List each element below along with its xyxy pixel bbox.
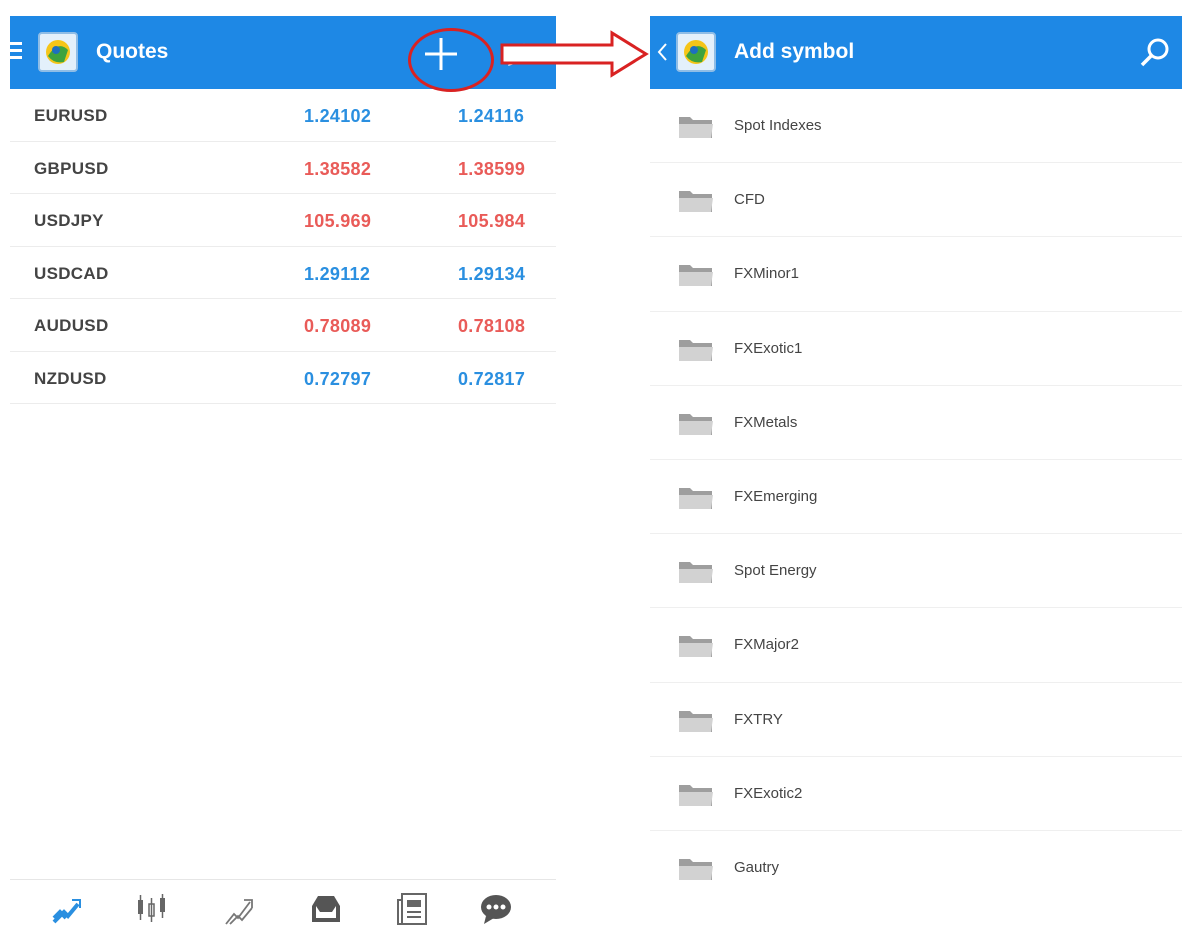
quote-ask: 0.72817 (458, 368, 526, 389)
folder-item[interactable]: FXMinor1 (650, 237, 1182, 312)
app-logo (38, 32, 78, 72)
folder-icon (679, 710, 713, 732)
annotation-circle (408, 28, 494, 92)
quote-row[interactable]: USDCAD 1.29112 1.29134 (10, 247, 556, 299)
nav-chart[interactable] (134, 892, 170, 926)
folder-label: Spot Energy (734, 562, 817, 580)
quote-symbol: EURUSD (34, 106, 108, 125)
app-logo (676, 32, 716, 72)
symbol-folder-list: Spot Indexes CFD FXMinor1 FXExotic1 FXMe… (650, 89, 1182, 905)
quote-symbol: GBPUSD (34, 158, 109, 178)
folder-icon (679, 636, 713, 658)
folder-item[interactable]: CFD (650, 163, 1182, 238)
folder-label: FXMajor2 (734, 636, 800, 654)
news-icon (397, 893, 427, 925)
quote-symbol: USDJPY (34, 211, 104, 230)
folder-item[interactable]: FXExotic2 (650, 757, 1182, 831)
search-icon (1140, 38, 1169, 67)
folder-label: FXEmerging (734, 487, 818, 505)
folder-icon (679, 413, 713, 435)
quote-bid: 0.78089 (304, 316, 372, 336)
quote-ask: 0.78108 (458, 316, 526, 336)
search-button[interactable] (1138, 36, 1172, 70)
chart-icon (138, 894, 165, 922)
quote-row[interactable]: USDJPY 105.969 105.984 (10, 194, 556, 247)
folder-icon (679, 487, 713, 509)
quote-row[interactable]: AUDUSD 0.78089 0.78108 (10, 299, 556, 352)
quote-row[interactable]: GBPUSD 1.38582 1.38599 (10, 142, 556, 194)
folder-label: FXExotic1 (734, 339, 803, 357)
folder-label: FXMinor1 (734, 265, 800, 283)
hamburger-icon[interactable] (10, 42, 22, 62)
quote-ask: 1.29134 (458, 263, 526, 284)
nav-chat[interactable] (478, 892, 514, 926)
folder-item[interactable]: Spot Indexes (650, 89, 1182, 164)
quote-bid: 1.38582 (304, 158, 372, 179)
quote-bid: 105.969 (304, 211, 372, 231)
folder-icon (679, 265, 713, 287)
chevron-left-icon (657, 43, 667, 61)
back-button[interactable] (656, 40, 668, 64)
folder-icon (679, 191, 713, 213)
folder-label: Gautry (734, 858, 780, 876)
add-symbol-screen: Add symbol Spot Indexes CFD FXMinor1 FXE… (650, 16, 1182, 929)
folder-item[interactable]: Gautry (650, 831, 1182, 905)
folder-label: Spot Indexes (734, 117, 822, 134)
folder-item[interactable]: Spot Energy (650, 534, 1182, 609)
quote-bid: 0.72797 (304, 368, 372, 389)
folder-icon (679, 117, 713, 138)
quotes-list: EURUSD 1.24102 1.24116 GBPUSD 1.38582 1.… (10, 89, 556, 404)
quote-ask: 105.984 (458, 211, 526, 231)
history-icon (312, 896, 340, 922)
folder-item[interactable]: FXExotic1 (650, 312, 1182, 386)
nav-history[interactable] (308, 892, 344, 926)
arrow-right-icon (500, 30, 649, 78)
annotation-arrow (500, 29, 652, 79)
quote-ask: 1.24116 (458, 106, 525, 126)
page-title: Quotes (96, 40, 169, 63)
folder-label: FXTRY (734, 710, 783, 728)
page-title: Add symbol (734, 40, 855, 63)
quote-row[interactable]: NZDUSD 0.72797 0.72817 (10, 352, 556, 404)
folder-icon (679, 858, 713, 880)
bottom-nav (10, 879, 556, 929)
folder-label: FXExotic2 (734, 784, 803, 802)
quote-bid: 1.24102 (304, 106, 372, 126)
nav-news[interactable] (394, 892, 430, 926)
nav-quotes[interactable] (48, 892, 84, 926)
quote-symbol: USDCAD (34, 263, 109, 283)
folder-item[interactable]: FXMetals (650, 386, 1182, 460)
folder-item[interactable]: FXTRY (650, 683, 1182, 757)
folder-item[interactable]: FXMajor2 (650, 608, 1182, 683)
nav-trade[interactable] (220, 892, 256, 926)
quotes-screen: Quotes EURUSD 1.24102 1.24116 GBPUSD 1.3… (10, 16, 556, 929)
quote-ask: 1.38599 (458, 158, 526, 179)
folder-label: FXMetals (734, 413, 798, 431)
quote-symbol: AUDUSD (34, 316, 109, 335)
folder-icon (679, 339, 713, 361)
folder-label: CFD (734, 191, 765, 209)
folder-icon (679, 562, 713, 584)
quote-row[interactable]: EURUSD 1.24102 1.24116 (10, 89, 556, 142)
quote-symbol: NZDUSD (34, 368, 107, 388)
folder-icon (679, 784, 713, 806)
quote-bid: 1.29112 (304, 263, 371, 284)
trade-icon (225, 899, 253, 925)
quotes-icon (52, 899, 81, 924)
folder-item[interactable]: FXEmerging (650, 460, 1182, 535)
add-symbol-toolbar: Add symbol (650, 16, 1182, 89)
chat-icon (481, 895, 511, 924)
